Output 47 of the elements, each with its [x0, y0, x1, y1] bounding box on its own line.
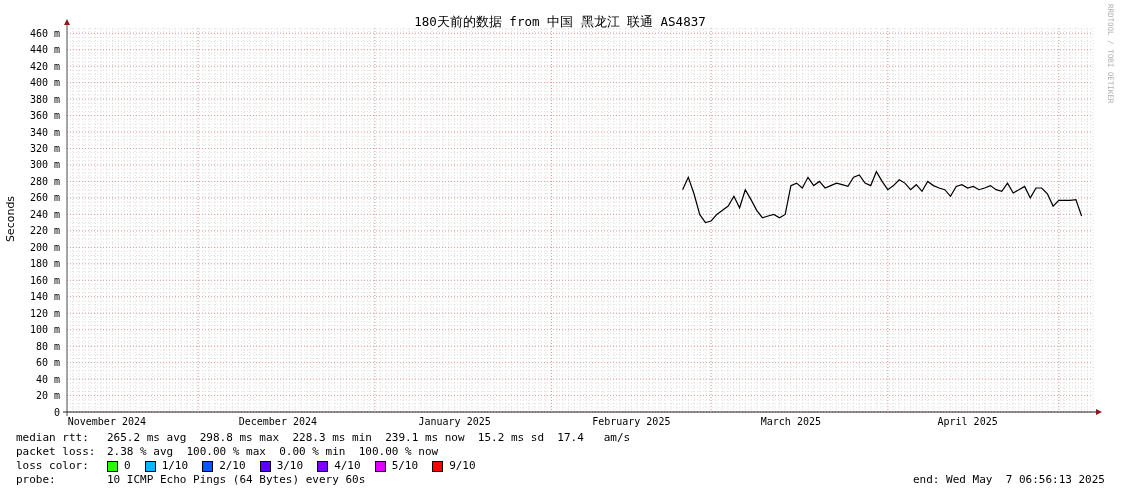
y-tick-label: 80 m — [35, 340, 60, 352]
x-tick-label: February 2025 — [592, 416, 671, 427]
y-tick-label: 220 m — [29, 225, 60, 237]
x-tick-label: November 2024 — [67, 416, 147, 427]
y-tick-label: 280 m — [29, 175, 60, 187]
x-tick-label: January 2025 — [418, 416, 491, 427]
stat-value: 10 ICMP Echo Pings (64 Bytes) every 60s — [107, 473, 366, 487]
y-tick-label: 340 m — [29, 126, 60, 138]
stat-label: loss color: — [16, 459, 90, 473]
y-tick-label: 400 m — [29, 77, 60, 89]
y-tick-label: 100 m — [29, 324, 60, 336]
x-tick-label: April 2025 — [937, 416, 998, 427]
loss-label: 5/10 — [391, 459, 419, 473]
y-tick-label: 60 m — [35, 357, 60, 369]
y-tick-label: 460 m — [29, 27, 60, 39]
stat-label: packet loss: — [16, 445, 97, 459]
y-tick-label: 40 m — [35, 373, 60, 385]
y-tick-label: 260 m — [29, 192, 60, 204]
y-axis-title: Seconds — [4, 195, 17, 243]
y-tick-label: 440 m — [29, 44, 60, 56]
loss-label: 2/10 — [219, 459, 246, 473]
x-tick-label: March 2025 — [760, 416, 821, 427]
stat-value: 2.38 % avg 100.00 % max 0.00 % min 100.00 % now — [107, 445, 439, 459]
y-tick-label: 360 m — [29, 110, 60, 122]
y-tick-label: 240 m — [29, 208, 60, 220]
y-tick-label: 140 m — [29, 291, 60, 303]
y-tick-label: 380 m — [29, 93, 60, 105]
y-tick-label: 420 m — [29, 60, 60, 72]
stat-value: 265.2 ms avg 298.8 ms max 228.3 ms min 239.1 ms now 15.2 ms sd 17.4 am/s — [107, 431, 631, 445]
loss-label: 4/10 — [334, 459, 361, 473]
x-tick-label: December 2024 — [238, 416, 318, 427]
y-tick-label: 200 m — [29, 241, 60, 253]
loss-label: 9/10 — [449, 459, 476, 473]
y-tick-label: 0 — [53, 406, 60, 418]
chart-title: 180天前的数据 from 中国 黑龙江 联通 AS4837 — [414, 14, 706, 29]
end-time: end: Wed May 7 06:56:13 2025 — [912, 473, 1105, 487]
y-tick-label: 160 m — [29, 274, 60, 286]
loss-label: 1/10 — [161, 459, 189, 473]
stat-label: median rtt: — [16, 431, 90, 445]
y-tick-label: 180 m — [29, 258, 60, 270]
y-tick-label: 300 m — [29, 159, 60, 171]
y-tick-label: 20 m — [35, 390, 60, 402]
stat-label: probe: — [16, 473, 57, 487]
y-tick-label: 120 m — [29, 307, 60, 319]
loss-label: 0 — [124, 459, 131, 473]
loss-label: 3/10 — [276, 459, 304, 473]
y-tick-label: 320 m — [29, 143, 60, 154]
